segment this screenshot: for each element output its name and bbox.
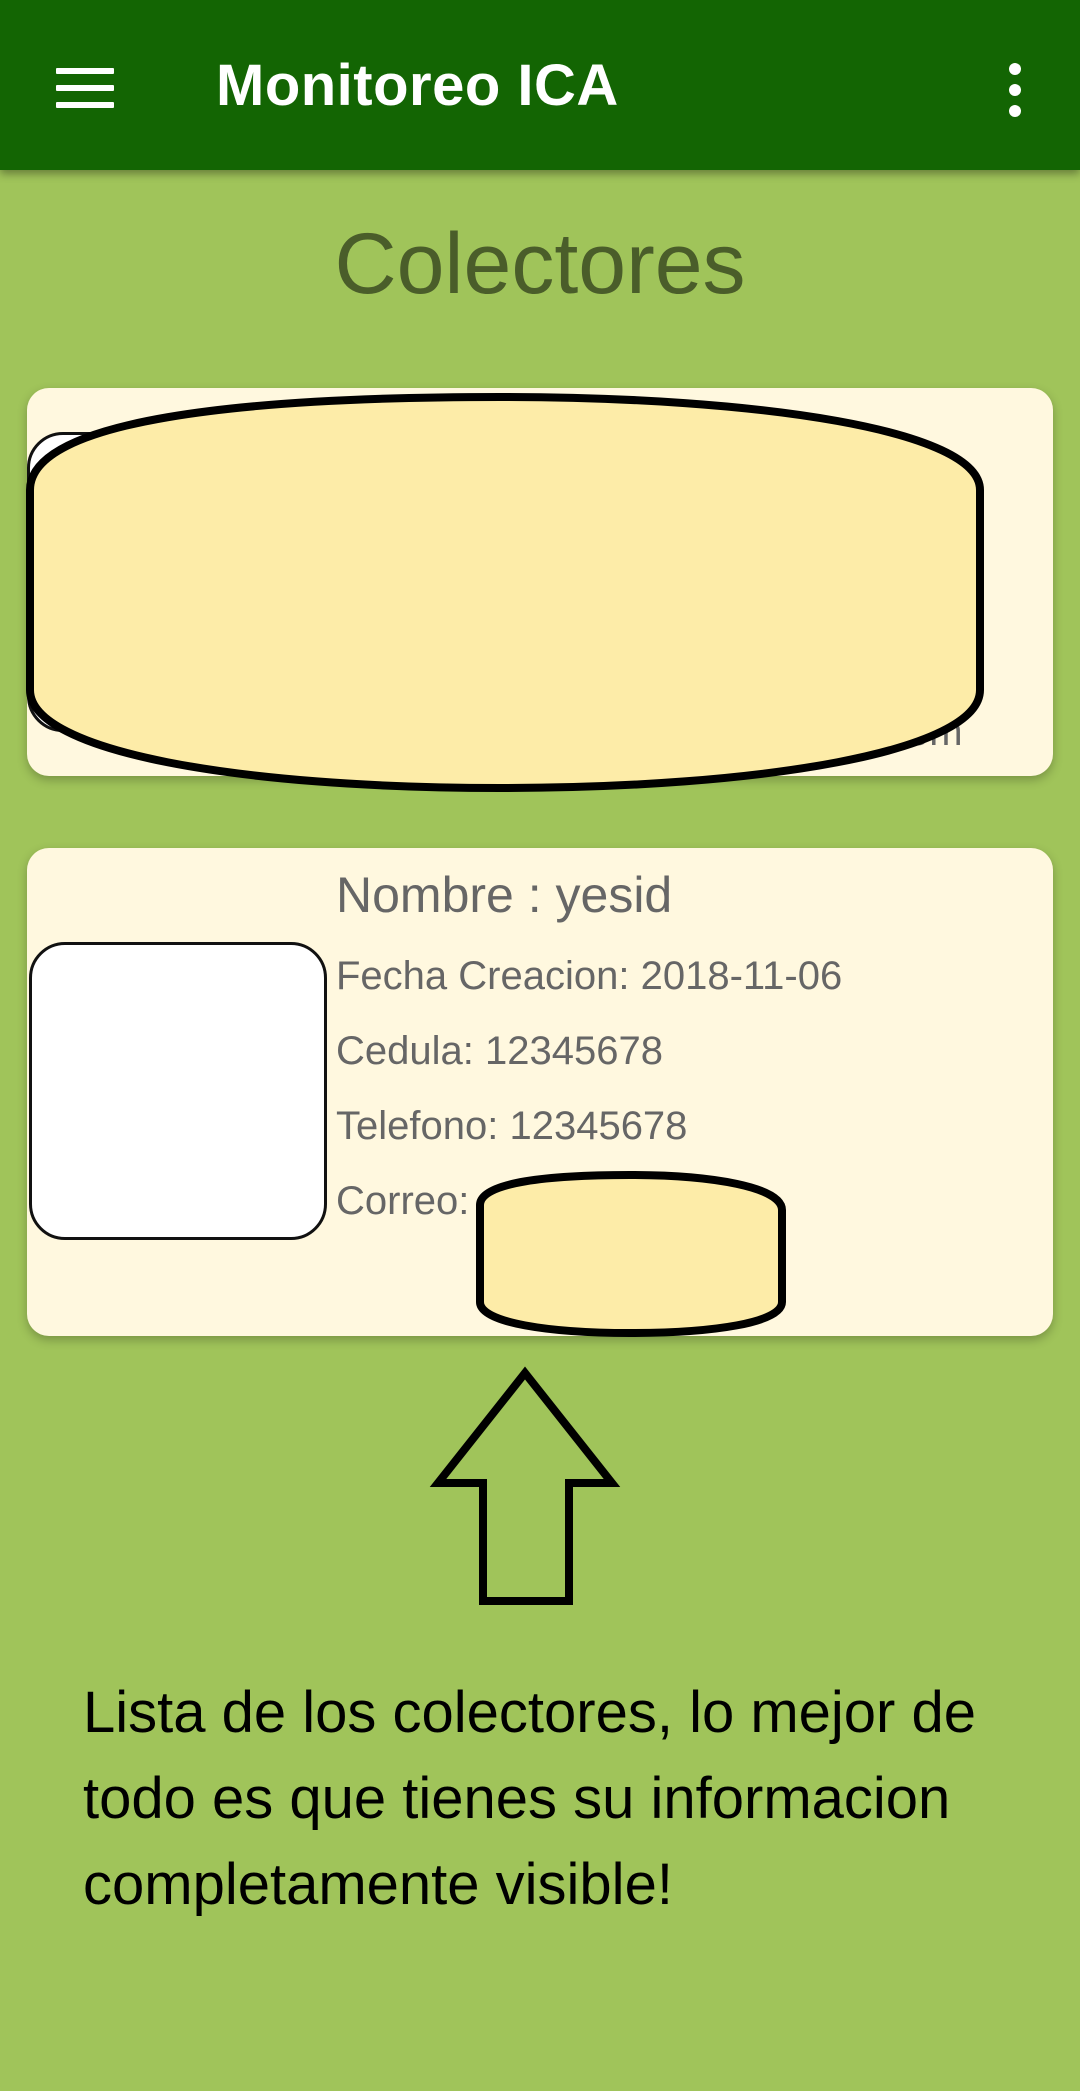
- collector-telefono: Telefono: 12345678: [336, 1104, 688, 1148]
- collector-card[interactable]: Nombre : yesid Fecha Creacion: 2018-11-0…: [27, 848, 1053, 1336]
- more-vertical-icon[interactable]: [985, 55, 1045, 125]
- avatar: [29, 942, 327, 1240]
- avatar: [27, 432, 327, 732]
- page-title: Colectores: [334, 216, 746, 312]
- collector-correo: Correo:: [336, 1179, 470, 1223]
- annotation-caption: Lista de los colectores, lo mejor de tod…: [83, 1680, 976, 1917]
- app-bar: Monitoreo ICA: [0, 0, 1080, 170]
- hamburger-menu-icon[interactable]: [40, 48, 130, 128]
- collector-email: om: [907, 710, 963, 754]
- collector-name: Nombre : yesid: [336, 867, 673, 923]
- app-title: Monitoreo ICA: [216, 53, 619, 118]
- collector-cedula: Cedula: 12345678: [336, 1029, 663, 1073]
- collector-fecha: Fecha Creacion: 2018-11-06: [336, 954, 843, 998]
- up-arrow-icon: [429, 1366, 621, 1605]
- collector-card[interactable]: om: [27, 388, 1053, 776]
